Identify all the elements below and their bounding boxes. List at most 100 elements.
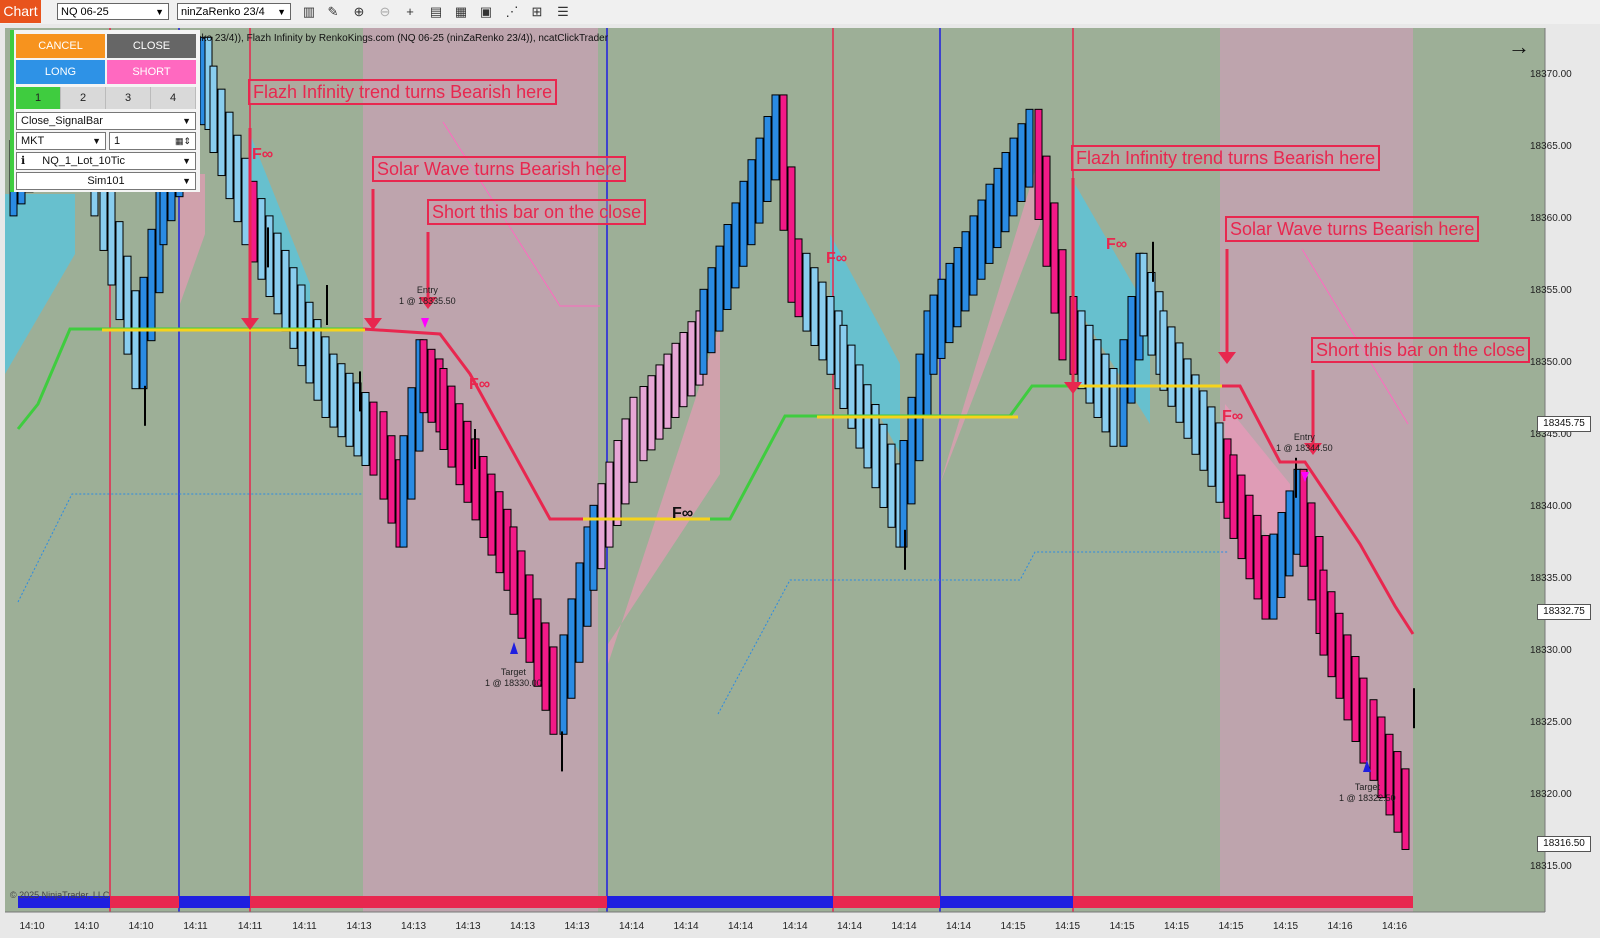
- strategies-icon[interactable]: ⋰: [503, 3, 521, 21]
- renko-bar: [1327, 591, 1336, 678]
- time-axis-label: 14:14: [891, 921, 917, 932]
- renko-bar: [731, 202, 740, 289]
- ribbon-segment: [250, 896, 607, 908]
- bar-type-selector[interactable]: ninZaRenko 23/4 ▼: [177, 3, 291, 20]
- renko-bar: [985, 183, 994, 264]
- instrument-selector[interactable]: NQ 06-25 ▼: [57, 3, 169, 20]
- renko-bar: [794, 238, 803, 318]
- renko-bar: [671, 342, 680, 418]
- time-axis-label: 14:14: [673, 921, 699, 932]
- indicators-icon[interactable]: ▣: [477, 3, 495, 21]
- trend-zone: [1413, 28, 1545, 912]
- renko-bar: [139, 276, 148, 390]
- renko-bar: [1307, 502, 1316, 601]
- atm-tab-1[interactable]: 1: [16, 87, 61, 109]
- exit-mode-select[interactable]: Close_SignalBar ▼: [16, 112, 196, 130]
- price-tag-solar-wave: 18345.75: [1537, 416, 1591, 432]
- renko-bar: [663, 353, 672, 429]
- renko-bar: [321, 336, 330, 418]
- target-order-label-2: Target 1 @ 18322.50: [1339, 782, 1396, 804]
- data-box-icon[interactable]: ⊞: [528, 3, 546, 21]
- renko-bar: [217, 88, 226, 177]
- annotation-flazh-bearish-1: Flazh Infinity trend turns Bearish here: [248, 79, 558, 105]
- chevron-down-icon: ▼: [92, 136, 101, 146]
- zoom-in-icon[interactable]: ⊕: [350, 3, 368, 21]
- flazh-signal-marker: F∞: [1222, 408, 1244, 425]
- target-value: 1 @ 18322.50: [1339, 793, 1396, 803]
- properties-icon[interactable]: ▤: [427, 3, 445, 21]
- account-select[interactable]: Sim101 ▼: [16, 172, 196, 190]
- renko-bar: [1369, 699, 1378, 781]
- renko-bar: [937, 278, 946, 359]
- pencil-icon[interactable]: ✎: [324, 3, 342, 21]
- renko-bar: [1351, 656, 1360, 742]
- renko-bar: [209, 65, 218, 154]
- order-type-select[interactable]: MKT ▼: [16, 132, 106, 150]
- atm-tab-2[interactable]: 2: [61, 87, 106, 109]
- renko-bar: [463, 420, 472, 503]
- close-button[interactable]: CLOSE: [107, 34, 196, 58]
- renko-bar: [639, 386, 648, 462]
- time-axis-label: 14:13: [455, 921, 481, 932]
- price-axis-label: 18325.00: [1530, 717, 1572, 728]
- chevron-down-icon: ▼: [155, 7, 164, 17]
- calculator-icon[interactable]: ▦⇕: [175, 133, 191, 149]
- renko-bar: [297, 284, 306, 367]
- renko-bar: [509, 526, 518, 615]
- renko-bar: [479, 456, 488, 538]
- renko-bar: [345, 372, 354, 447]
- renko-bar: [818, 281, 827, 361]
- time-axis-label: 14:13: [564, 921, 590, 932]
- menu-list-icon[interactable]: ☰: [554, 3, 572, 21]
- renko-bar: [427, 348, 436, 423]
- renko-bar: [993, 167, 1002, 249]
- renko-bar: [1343, 634, 1352, 721]
- long-button[interactable]: LONG: [16, 60, 105, 84]
- renko-bar: [115, 221, 124, 321]
- renko-bar: [802, 252, 811, 332]
- ribbon-segment: [179, 896, 250, 908]
- chart-tab[interactable]: Chart: [0, 0, 41, 23]
- atm-tab-4[interactable]: 4: [151, 87, 196, 109]
- renko-bar: [597, 483, 606, 570]
- atm-tab-3[interactable]: 3: [106, 87, 151, 109]
- time-axis-label: 14:13: [346, 921, 372, 932]
- flazh-signal-marker: F∞: [672, 505, 694, 522]
- crosshair-icon[interactable]: +: [401, 3, 419, 21]
- bars-icon[interactable]: ▥: [300, 3, 318, 21]
- renko-bar: [687, 321, 696, 397]
- renko-bar: [771, 94, 780, 181]
- time-axis-label: 14:10: [73, 921, 100, 932]
- chart-title: nko 23/4)), Flazh Infinity by RenkoKings…: [196, 33, 609, 44]
- cancel-button[interactable]: CANCEL: [16, 34, 105, 58]
- renko-bar: [1001, 152, 1010, 233]
- chart-panel[interactable]: nko 23/4)), Flazh Infinity by RenkoKings…: [0, 24, 1600, 938]
- price-axis-label: 18370.00: [1530, 69, 1572, 80]
- zoom-out-icon[interactable]: ⊖: [376, 3, 394, 21]
- ribbon-segment: [110, 896, 179, 908]
- renko-bar: [655, 364, 664, 440]
- renko-bar: [1359, 677, 1368, 764]
- price-axis-label: 18360.00: [1530, 213, 1572, 224]
- templates-icon[interactable]: ▦: [452, 3, 470, 21]
- renko-bar: [1139, 252, 1148, 337]
- renko-bar: [147, 228, 156, 342]
- renko-bar: [289, 267, 298, 349]
- flazh-signal-marker: F∞: [469, 376, 491, 393]
- arrow-right-icon[interactable]: →: [1508, 34, 1530, 60]
- renko-bar: [1042, 155, 1051, 267]
- entry-title: Entry: [1293, 432, 1315, 442]
- quantity-stepper[interactable]: 1 ▦⇕: [109, 132, 196, 150]
- info-icon[interactable]: ℹ: [21, 155, 25, 167]
- time-axis-label: 14:13: [400, 921, 427, 932]
- renko-bar: [1050, 202, 1059, 314]
- bar-type-value: ninZaRenko 23/4: [181, 6, 265, 18]
- renko-bar: [863, 384, 872, 469]
- renko-bar: [369, 401, 378, 476]
- renko-bar: [447, 385, 456, 468]
- annotation-solar-bearish-1: Solar Wave turns Bearish here: [372, 156, 627, 182]
- renko-bar: [439, 368, 448, 450]
- short-button[interactable]: SHORT: [107, 60, 196, 84]
- entry-value: 1 @ 18335.50: [399, 296, 456, 306]
- atm-template-select[interactable]: ℹ NQ_1_Lot_10Tic ▼: [16, 152, 196, 170]
